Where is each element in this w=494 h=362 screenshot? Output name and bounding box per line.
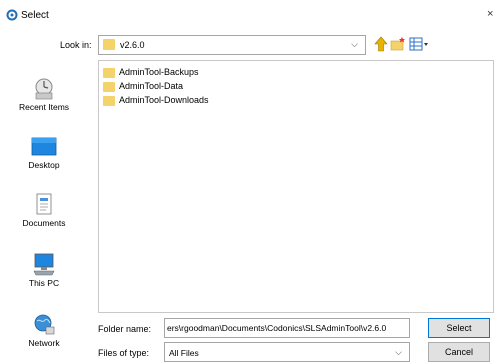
- network-icon: [34, 314, 55, 335]
- list-item-label: AdminTool-Backups: [119, 67, 199, 77]
- look-in-dropdown[interactable]: v2.6.0 ⌵: [98, 35, 366, 55]
- close-icon[interactable]: ×: [487, 8, 493, 20]
- place-label-this-pc: This PC: [28, 278, 60, 288]
- folder-icon: [103, 96, 115, 106]
- place-label-network: Network: [28, 338, 60, 348]
- documents-icon: [36, 193, 52, 215]
- place-network[interactable]: Network: [0, 312, 88, 348]
- folder-icon: [103, 82, 115, 92]
- title-bar: Select ×: [0, 0, 494, 30]
- look-in-value: v2.6.0: [120, 40, 145, 50]
- select-button[interactable]: Select: [428, 318, 490, 338]
- folder-name-label: Folder name:: [98, 324, 152, 334]
- chevron-down-icon[interactable]: ⌵: [395, 347, 402, 358]
- place-recent-items[interactable]: Recent Items: [0, 76, 88, 112]
- cancel-button[interactable]: Cancel: [428, 342, 490, 362]
- this-pc-icon: [33, 253, 55, 276]
- places-bar: Recent Items Desktop Documents This PC N…: [0, 60, 88, 362]
- window-title: Select: [21, 10, 49, 21]
- folder-name-field[interactable]: ers\rgoodman\Documents\Codonics\SLSAdmin…: [164, 318, 410, 338]
- up-folder-icon[interactable]: [374, 36, 388, 52]
- desktop-icon: [31, 137, 57, 156]
- files-of-type-value: All Files: [169, 348, 199, 358]
- place-label-recent-items: Recent Items: [18, 102, 70, 112]
- file-list[interactable]: AdminTool-Backups AdminTool-Data AdminTo…: [98, 60, 494, 313]
- place-documents[interactable]: Documents: [0, 192, 88, 228]
- chevron-down-icon[interactable]: ⌵: [351, 39, 358, 50]
- files-of-type-label: Files of type:: [98, 348, 150, 358]
- view-menu-icon[interactable]: [409, 36, 429, 52]
- place-label-documents: Documents: [22, 218, 66, 228]
- place-desktop[interactable]: Desktop: [0, 136, 88, 170]
- place-this-pc[interactable]: This PC: [0, 252, 88, 288]
- list-item-label: AdminTool-Data: [119, 81, 184, 91]
- new-folder-icon[interactable]: [390, 36, 406, 52]
- place-label-desktop: Desktop: [28, 160, 60, 170]
- look-in-label: Look in:: [60, 40, 92, 50]
- folder-icon: [103, 68, 115, 78]
- files-of-type-dropdown[interactable]: All Files ⌵: [164, 342, 410, 362]
- app-icon: [6, 9, 18, 21]
- folder-icon: [103, 39, 115, 50]
- recent-items-icon: [35, 78, 53, 100]
- list-item-label: AdminTool-Downloads: [119, 95, 209, 105]
